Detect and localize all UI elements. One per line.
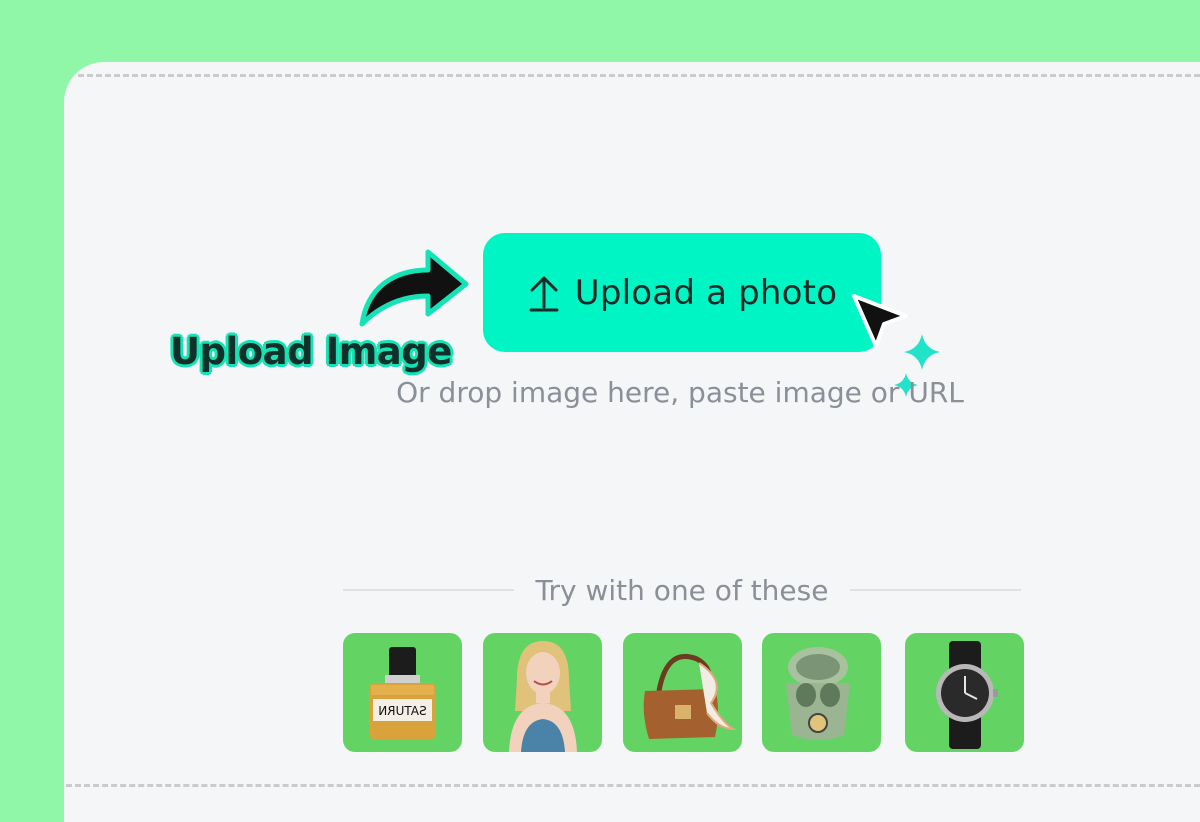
handbag-image — [643, 653, 737, 739]
samples-heading-row: Try with one of these — [343, 572, 1021, 608]
drop-hint-text: Or drop image here, paste image or URL — [396, 376, 964, 409]
sparkle-icon — [904, 334, 940, 370]
woman-portrait-image — [509, 641, 577, 752]
divider-line — [343, 589, 514, 591]
sample-watch[interactable] — [905, 633, 1024, 752]
samples-heading: Try with one of these — [535, 573, 829, 607]
svg-text:SATURN: SATURN — [378, 704, 427, 718]
curved-arrow-icon — [359, 249, 469, 327]
upload-button-label: Upload a photo — [574, 272, 838, 313]
annotation-label: Upload Image — [170, 330, 452, 373]
earbuds-case-image — [786, 647, 850, 740]
dropzone-border-top — [78, 74, 1200, 77]
sample-images: SATURN — [343, 633, 1025, 753]
sample-perfume[interactable]: SATURN — [343, 633, 462, 752]
sample-handbag[interactable] — [623, 633, 742, 752]
upload-arrow-icon — [529, 276, 559, 311]
upload-photo-button[interactable]: Upload a photo — [483, 233, 881, 352]
dropzone-border-bottom — [66, 784, 1200, 787]
divider-line — [850, 589, 1021, 591]
sample-portrait[interactable] — [483, 633, 602, 752]
wristwatch-image — [936, 641, 998, 749]
sample-earbuds[interactable] — [762, 633, 881, 752]
perfume-bottle-image: SATURN — [369, 647, 436, 739]
